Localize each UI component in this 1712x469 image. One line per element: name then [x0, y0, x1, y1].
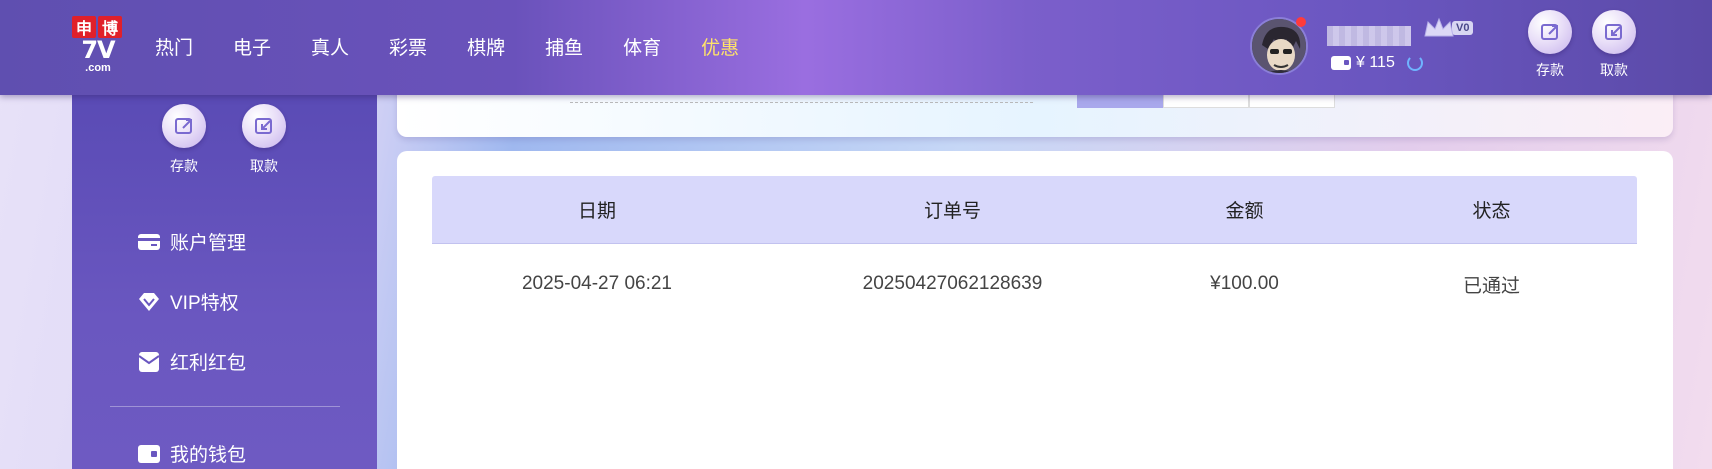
date-range-underline [570, 102, 1033, 103]
nav-hot[interactable]: 热门 [155, 33, 193, 60]
column-header-amount: 金额 [1225, 201, 1264, 222]
balance: ¥ 115 [1331, 54, 1423, 72]
header-withdraw-button[interactable]: 取款 [1589, 10, 1639, 80]
nav-lottery[interactable]: 彩票 [389, 33, 427, 60]
filter-tab-active[interactable] [1077, 95, 1163, 108]
column-header-status: 状态 [1472, 201, 1511, 222]
user-avatar-wrap[interactable] [1250, 17, 1308, 75]
crown-icon [1422, 16, 1456, 40]
sidebar-item-label: 我的钱包 [170, 445, 247, 466]
nav-promotions[interactable]: 优惠 [701, 33, 739, 60]
header-deposit-button[interactable]: 存款 [1525, 10, 1575, 80]
sidebar-item-bonus[interactable]: 红利红包 [138, 348, 246, 375]
nav-live[interactable]: 真人 [311, 33, 349, 60]
cell-order: 20250427062128639 [862, 273, 1043, 294]
withdraw-icon [1592, 10, 1636, 54]
sidebar-deposit-label: 存款 [170, 158, 198, 174]
column-header-order: 订单号 [923, 201, 981, 222]
notification-dot [1296, 17, 1306, 27]
records-card: 日期 订单号 金额 状态 2025-04-27 06:21 2025042706… [397, 151, 1673, 469]
wallet-icon [138, 444, 160, 464]
logo-char-left: 申 [72, 16, 96, 38]
site-logo[interactable]: 申 博 7V .com [72, 16, 124, 76]
table-header: 日期 订单号 金额 状态 [432, 176, 1637, 244]
deposit-icon [1528, 10, 1572, 54]
sidebar-divider [110, 406, 340, 407]
sidebar: 存款 取款 账户管理 VIP特权 红利红包 我的钱包 [72, 95, 377, 469]
sidebar-item-account[interactable]: 账户管理 [138, 228, 246, 255]
nav-cards[interactable]: 棋牌 [467, 33, 505, 60]
sidebar-item-wallet[interactable]: 我的钱包 [138, 440, 246, 467]
top-bar: 申 博 7V .com 热门 电子 真人 彩票 棋牌 捕鱼 体育 优惠 ¥ 11… [0, 0, 1712, 95]
sidebar-item-vip[interactable]: VIP特权 [138, 288, 239, 315]
sidebar-item-label: 账户管理 [170, 233, 247, 254]
balance-amount: ¥ 115 [1356, 54, 1395, 71]
filter-tab[interactable] [1249, 95, 1335, 108]
cell-date: 2025-04-27 06:21 [521, 273, 672, 294]
column-header-date: 日期 [577, 201, 616, 222]
sidebar-withdraw-label: 取款 [250, 158, 278, 174]
sidebar-item-label: 红利红包 [170, 353, 247, 374]
header-withdraw-label: 取款 [1600, 62, 1628, 78]
table-row: 2025-04-27 06:21 20250427062128639 ¥100.… [432, 244, 1637, 324]
vip-level[interactable]: V0 [1422, 16, 1474, 40]
logo-sub: .com [85, 62, 111, 74]
nav-fishing[interactable]: 捕鱼 [545, 33, 583, 60]
logo-main: 7V [81, 36, 115, 64]
envelope-icon [138, 351, 160, 372]
nav-sports[interactable]: 体育 [623, 33, 661, 60]
logo-char-right: 博 [98, 16, 122, 38]
nav-slots[interactable]: 电子 [233, 33, 271, 60]
wallet-mini-icon [1331, 56, 1351, 70]
filter-tab[interactable] [1163, 95, 1249, 108]
avatar-image [1252, 19, 1306, 73]
diamond-icon [138, 292, 160, 312]
deposit-icon [162, 104, 206, 148]
card-icon [138, 232, 160, 252]
sidebar-item-label: VIP特权 [170, 293, 239, 314]
username-blurred [1327, 26, 1411, 46]
cell-amount: ¥100.00 [1210, 273, 1279, 294]
main-nav: 热门 电子 真人 彩票 棋牌 捕鱼 体育 优惠 [155, 33, 779, 60]
header-deposit-label: 存款 [1536, 62, 1564, 78]
sidebar-deposit-button[interactable]: 存款 [159, 104, 209, 176]
sidebar-withdraw-button[interactable]: 取款 [239, 104, 289, 176]
cell-status: 已通过 [1462, 275, 1520, 297]
withdraw-icon [242, 104, 286, 148]
refresh-icon[interactable] [1406, 55, 1423, 71]
records-table: 日期 订单号 金额 状态 2025-04-27 06:21 2025042706… [432, 176, 1637, 324]
